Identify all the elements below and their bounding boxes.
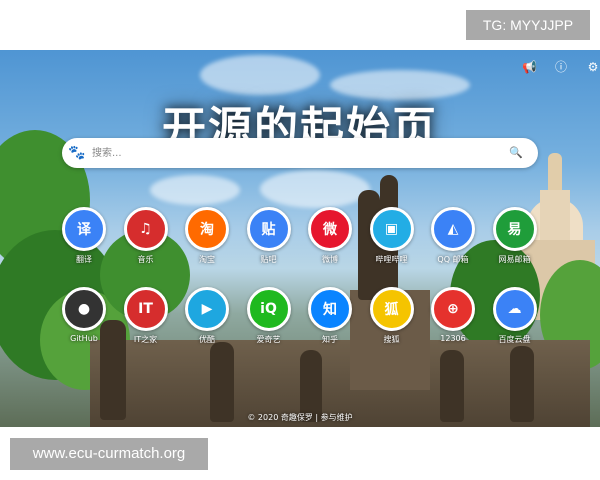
- tg-badge: TG: MYYJJPP: [466, 10, 590, 40]
- footer-text: © 2020 奇趣保罗 | 参与维护: [247, 413, 353, 422]
- shortcut-glyph: ⊕: [447, 301, 459, 317]
- shortcut-glyph: 知: [323, 302, 337, 318]
- shortcut-glyph: 易: [507, 222, 522, 238]
- shortcut-glyph: ☁: [507, 301, 522, 317]
- shortcut-glyph: 译: [77, 222, 91, 238]
- shortcut-label: GitHub: [70, 334, 98, 343]
- shortcut-glyph: 淘: [200, 222, 214, 238]
- shortcut-label: 搜狐: [383, 335, 400, 344]
- zhihu-icon[interactable]: 知: [308, 287, 352, 331]
- baidu-netdisk-icon[interactable]: ☁: [492, 287, 537, 331]
- baidu-paw-icon[interactable]: 🐾: [68, 144, 86, 162]
- search-icon[interactable]: 🔍: [508, 145, 524, 161]
- 12306-icon[interactable]: ⊕: [431, 287, 475, 331]
- shortcut-bilibili[interactable]: ▣ 哔哩哔哩: [366, 207, 418, 265]
- github-icon[interactable]: ●: [62, 287, 106, 331]
- ithome-icon[interactable]: IT: [123, 287, 168, 331]
- cloud: [260, 170, 370, 208]
- shortcut-label: 微博: [322, 255, 338, 264]
- cloud: [200, 55, 320, 95]
- shortcut-github[interactable]: ● GitHub: [58, 287, 110, 343]
- shortcut-label: 翻译: [76, 255, 92, 264]
- shortcut-iqiyi[interactable]: iQ 爱奇艺: [243, 287, 295, 345]
- shortcut-label: QQ 邮箱: [437, 255, 469, 264]
- megaphone-icon[interactable]: 📢: [522, 60, 537, 74]
- shortcut-label: 爱奇艺: [256, 335, 281, 344]
- bilibili-icon[interactable]: ▣: [369, 207, 414, 251]
- statue: [510, 346, 534, 422]
- shortcut-translate[interactable]: 译翻译: [58, 207, 110, 265]
- shortcut-glyph: 贴: [261, 222, 276, 238]
- shortcut-label: 百度云盘: [498, 335, 531, 344]
- shortcut-glyph: ▣: [384, 221, 399, 237]
- shortcut-label: 网易邮箱: [498, 255, 531, 264]
- shortcut-label: IT之家: [133, 335, 158, 344]
- shortcut-12306[interactable]: ⊕ 12306: [427, 287, 479, 343]
- shortcut-label: 哔哩哔哩: [375, 255, 408, 264]
- shortcut-zhihu[interactable]: 知知乎: [304, 287, 356, 345]
- translate-icon[interactable]: 译: [62, 207, 106, 251]
- start-page-screenshot: 📢 ⓘ ⚙ 开源的起始页 🐾 🔍 译翻译♫音乐淘淘宝贴贴吧微微博▣哔哩哔哩◭QQ…: [0, 50, 600, 427]
- shortcut-taobao[interactable]: 淘淘宝: [181, 207, 233, 265]
- shortcut-glyph: ♫: [139, 221, 152, 237]
- cloud: [150, 175, 240, 205]
- iqiyi-icon[interactable]: iQ: [246, 287, 291, 331]
- gear-icon[interactable]: ⚙: [586, 60, 600, 74]
- shortcut-label: 优酷: [199, 335, 215, 344]
- shortcut-glyph: 微: [323, 222, 337, 238]
- search-bar: 🐾 🔍: [62, 138, 538, 168]
- sohu-icon[interactable]: 狐: [369, 287, 414, 331]
- site-watermark: www.ecu-curmatch.org: [10, 438, 208, 470]
- shortcut-netease-mail[interactable]: 易网易邮箱: [489, 207, 541, 265]
- shortcut-youku[interactable]: ▶ 优酷: [181, 287, 233, 345]
- statue: [210, 342, 234, 422]
- shortcut-glyph: ●: [77, 301, 91, 317]
- shortcut-glyph: iQ: [260, 301, 277, 317]
- shortcut-tieba[interactable]: 贴贴吧: [243, 207, 295, 265]
- search-input[interactable]: [92, 144, 492, 162]
- taobao-icon[interactable]: 淘: [185, 207, 229, 251]
- shortcut-glyph: 狐: [384, 302, 399, 318]
- shortcut-glyph: ▶: [201, 301, 213, 317]
- netease-mail-icon[interactable]: 易: [492, 207, 537, 251]
- shortcut-netease-music[interactable]: ♫ 音乐: [120, 207, 172, 265]
- shortcut-glyph: ◭: [447, 221, 459, 237]
- shortcut-label: 12306: [440, 334, 466, 343]
- shortcut-label: 音乐: [137, 255, 154, 264]
- top-toolbar: 📢 ⓘ ⚙: [522, 60, 600, 74]
- shortcut-label: 知乎: [322, 335, 338, 344]
- weibo-icon[interactable]: 微: [308, 207, 352, 251]
- youku-icon[interactable]: ▶: [185, 287, 229, 331]
- qq-mail-icon[interactable]: ◭: [431, 207, 475, 251]
- shortcut-ithome[interactable]: IT IT之家: [120, 287, 172, 345]
- info-icon[interactable]: ⓘ: [554, 60, 568, 74]
- shortcut-label: 贴吧: [260, 255, 277, 264]
- shortcut-sohu[interactable]: 狐搜狐: [366, 287, 418, 345]
- shortcut-baidu-netdisk[interactable]: ☁ 百度云盘: [489, 287, 541, 345]
- shortcut-qq-mail[interactable]: ◭ QQ 邮箱: [427, 207, 479, 265]
- netease-music-icon[interactable]: ♫: [123, 207, 168, 251]
- shortcut-glyph: IT: [138, 301, 153, 317]
- tieba-icon[interactable]: 贴: [246, 207, 291, 251]
- shortcut-label: 淘宝: [199, 255, 215, 264]
- shortcut-weibo[interactable]: 微微博: [304, 207, 356, 265]
